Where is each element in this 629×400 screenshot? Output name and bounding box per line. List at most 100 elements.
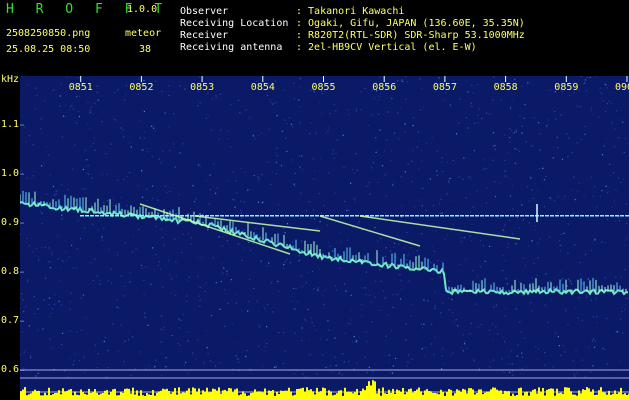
noise-speck — [222, 236, 224, 238]
noise-speck — [58, 300, 60, 302]
noise-speck — [355, 153, 357, 155]
noise-speck — [83, 227, 86, 229]
noise-speck — [154, 365, 156, 368]
activity-bar — [64, 391, 66, 400]
noise-speck — [207, 353, 209, 355]
noise-speck — [384, 267, 386, 269]
noise-speck — [489, 245, 491, 247]
noise-speck — [506, 277, 508, 279]
noise-speck — [78, 110, 80, 112]
noise-speck — [333, 209, 335, 211]
noise-speck — [107, 367, 109, 369]
noise-speck — [486, 187, 488, 189]
activity-bar — [610, 394, 612, 400]
activity-bar — [444, 396, 446, 400]
noise-speck — [395, 256, 397, 258]
noise-speck — [220, 129, 222, 131]
noise-speck — [614, 200, 616, 202]
activity-bar — [570, 391, 572, 400]
noise-speck — [70, 292, 72, 294]
noise-speck — [406, 231, 408, 234]
noise-speck — [154, 130, 156, 132]
noise-speck — [278, 290, 280, 293]
noise-speck — [615, 276, 617, 278]
activity-bar — [362, 388, 364, 400]
noise-speck — [290, 123, 293, 125]
noise-speck — [480, 324, 482, 326]
activity-bar — [66, 390, 68, 400]
noise-speck — [194, 201, 196, 203]
activity-bar — [300, 388, 302, 400]
noise-speck — [364, 356, 366, 358]
noise-speck — [318, 192, 320, 195]
noise-speck — [41, 223, 43, 225]
noise-speck — [567, 156, 569, 158]
noise-speck — [411, 358, 413, 360]
activity-bar — [532, 389, 534, 400]
noise-speck — [477, 275, 479, 277]
noise-speck — [239, 111, 241, 113]
noise-speck — [139, 120, 141, 122]
noise-speck — [173, 113, 175, 115]
noise-speck — [589, 76, 591, 79]
noise-speck — [169, 274, 171, 276]
noise-speck — [179, 85, 181, 87]
noise-speck — [326, 339, 328, 341]
noise-speck — [441, 260, 443, 262]
activity-bar — [514, 395, 516, 400]
info-label-observer: Observer — [180, 6, 229, 17]
noise-speck — [211, 98, 213, 100]
noise-speck — [424, 355, 426, 357]
noise-speck — [576, 142, 578, 144]
noise-speck — [508, 363, 510, 365]
noise-speck — [580, 139, 582, 141]
noise-speck — [131, 251, 134, 253]
noise-speck — [358, 336, 360, 339]
noise-speck — [184, 88, 186, 90]
activity-bar — [134, 394, 136, 400]
noise-speck — [227, 138, 229, 140]
noise-speck — [350, 182, 352, 184]
noise-speck — [65, 116, 67, 118]
noise-speck — [495, 304, 497, 306]
info-value-antenna: : 2el-HB9CV Vertical (el. E-W) — [296, 42, 477, 53]
noise-speck — [60, 267, 62, 270]
noise-speck — [485, 202, 487, 204]
activity-bar — [372, 380, 374, 400]
noise-speck — [585, 296, 588, 298]
noise-speck — [499, 182, 501, 184]
activity-bar — [86, 394, 88, 400]
noise-speck — [604, 348, 606, 350]
noise-speck — [111, 282, 113, 284]
noise-speck — [89, 109, 91, 111]
noise-speck — [595, 316, 598, 318]
noise-speck — [68, 256, 70, 258]
noise-speck — [469, 333, 471, 335]
activity-bar — [450, 389, 452, 400]
noise-speck — [302, 373, 304, 375]
noise-speck — [115, 203, 118, 205]
activity-bar — [28, 394, 30, 400]
activity-bar — [290, 391, 292, 400]
noise-speck — [346, 239, 349, 241]
noise-speck — [511, 98, 513, 100]
noise-speck — [23, 126, 25, 128]
activity-bar — [136, 390, 138, 400]
noise-speck — [405, 76, 407, 78]
noise-speck — [623, 178, 625, 180]
noise-speck — [364, 87, 366, 90]
noise-speck — [48, 247, 50, 249]
noise-speck — [168, 150, 171, 152]
activity-bar — [312, 391, 314, 400]
noise-speck — [378, 113, 380, 115]
noise-speck — [210, 129, 213, 131]
activity-bar — [384, 393, 386, 400]
noise-speck — [514, 148, 516, 150]
info-value-receiver: : R820T2(RTL-SDR) SDR-Sharp 53.1000MHz — [296, 30, 525, 41]
noise-speck — [407, 255, 409, 257]
noise-speck — [557, 196, 559, 198]
activity-bar — [478, 389, 480, 400]
noise-speck — [489, 361, 491, 363]
noise-speck — [67, 189, 69, 191]
noise-speck — [473, 149, 476, 152]
